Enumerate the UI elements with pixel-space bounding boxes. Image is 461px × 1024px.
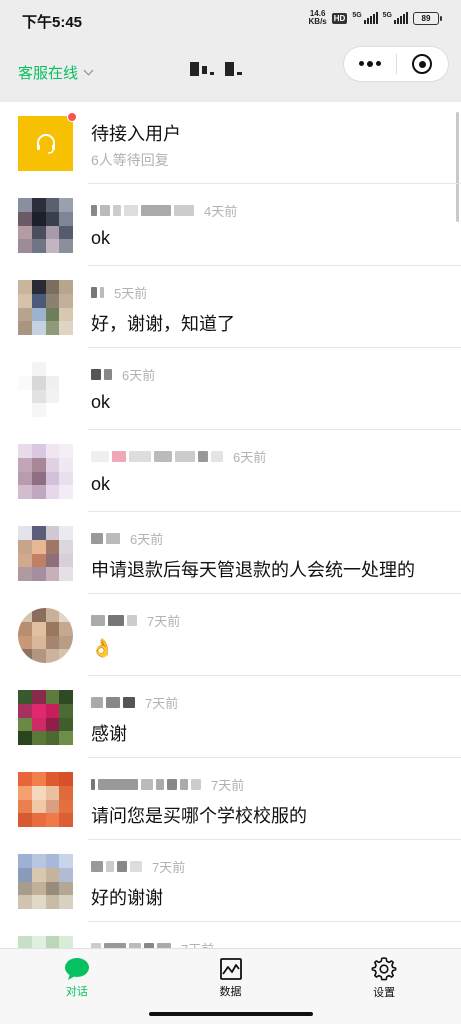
more-button[interactable]: [344, 47, 396, 81]
page-title-redacted: [190, 62, 242, 76]
name-line: 7天前: [91, 857, 185, 875]
home-indicator-area: [0, 1004, 461, 1024]
service-status-label: 客服在线: [18, 65, 79, 82]
tab-settings[interactable]: 设置: [307, 949, 461, 1004]
conversation-row[interactable]: 7天前 👌: [0, 594, 461, 676]
hd-badge: HD: [331, 12, 348, 24]
unread-dot: [67, 112, 77, 122]
contact-name-redacted: [91, 696, 135, 708]
message-time: 7天前: [181, 939, 214, 949]
more-dots-icon: [358, 61, 381, 67]
last-message: ok: [91, 228, 111, 248]
avatar: [18, 526, 73, 581]
message-time: 4天前: [204, 203, 238, 219]
signal-icon: 5G: [352, 12, 378, 24]
conversation-row[interactable]: 6天前 ok: [0, 430, 461, 512]
chat-bubble-icon: [64, 957, 89, 980]
battery-icon: 89: [413, 11, 442, 25]
contact-name-redacted: [91, 286, 104, 298]
last-message: 👌: [91, 638, 114, 658]
conversation-row[interactable]: 6天前 申请退款后每天管退款的人会统一处理的: [0, 512, 461, 594]
message-time: 6天前: [130, 531, 164, 547]
last-message: 请问您是买哪个学校校服的: [91, 806, 307, 826]
tab-data-label: 数据: [219, 985, 242, 998]
message-time: 5天前: [114, 285, 148, 301]
conversation-row[interactable]: 7天前 感谢: [0, 676, 461, 758]
network-speed: 14.6 KB/s: [308, 9, 327, 26]
home-indicator[interactable]: [149, 1012, 313, 1016]
contact-name-redacted: [91, 450, 223, 462]
conversation-list[interactable]: 待接入用户 6人等待回复 4天前 ok 5天前 好，谢谢，知道了 6天前 ok …: [0, 102, 461, 948]
name-line: 4天前: [91, 201, 237, 219]
conversation-row[interactable]: 7天前: [0, 922, 461, 948]
name-line: 5天前: [91, 283, 147, 301]
status-bar: 下午5:45 14.6 KB/s HD 5G 5G 89: [0, 0, 461, 40]
contact-name-redacted: [91, 778, 201, 790]
pending-users-row[interactable]: 待接入用户 6人等待回复: [0, 102, 461, 184]
name-line: 6天前: [91, 365, 155, 383]
gear-icon: [371, 956, 397, 980]
pending-subtitle: 6人等待回复: [91, 152, 169, 168]
pending-avatar: [18, 116, 73, 171]
conversation-row[interactable]: 7天前 请问您是买哪个学校校服的: [0, 758, 461, 840]
message-time: 7天前: [152, 859, 186, 875]
tab-settings-label: 设置: [373, 986, 396, 999]
conversation-row[interactable]: 7天前 好的谢谢: [0, 840, 461, 922]
tab-data[interactable]: 数据: [154, 949, 308, 1004]
last-message: ok: [91, 474, 111, 494]
tab-chat[interactable]: 对话: [0, 949, 154, 1004]
target-close-icon: [412, 54, 433, 74]
message-time: 7天前: [145, 695, 179, 711]
name-line: 7天前: [91, 693, 178, 711]
contact-name-redacted: [91, 204, 194, 216]
mini-program-capsule: [343, 46, 449, 82]
service-status-dropdown[interactable]: 客服在线: [18, 62, 94, 83]
message-time: 6天前: [122, 367, 156, 383]
avatar: [18, 444, 73, 499]
nav-bar: 客服在线: [0, 40, 461, 102]
name-line: 7天前: [91, 939, 214, 948]
conversation-row[interactable]: 4天前 ok: [0, 184, 461, 266]
conversation-row[interactable]: 6天前 ok: [0, 348, 461, 430]
avatar: [18, 936, 73, 948]
avatar: [18, 772, 73, 827]
contact-name-redacted: [91, 368, 112, 380]
last-message: 好的谢谢: [91, 888, 163, 908]
avatar: [18, 362, 73, 417]
headset-icon: [36, 133, 55, 154]
contact-name-redacted: [91, 614, 137, 626]
message-time: 6天前: [233, 449, 267, 465]
avatar: [18, 280, 73, 335]
avatar: [18, 690, 73, 745]
chevron-down-icon: [83, 65, 94, 76]
avatar: [18, 854, 73, 909]
contact-name-redacted: [91, 532, 120, 544]
status-indicators: 14.6 KB/s HD 5G 5G 89: [308, 9, 442, 26]
last-message: 好，谢谢，知道了: [91, 314, 235, 334]
message-time: 7天前: [211, 777, 245, 793]
message-time: 7天前: [147, 613, 181, 629]
last-message: 感谢: [91, 724, 127, 744]
close-button[interactable]: [396, 47, 448, 81]
status-time: 下午5:45: [22, 14, 83, 31]
last-message: 申请退款后每天管退款的人会统一处理的: [91, 560, 415, 580]
contact-name-redacted: [91, 860, 142, 872]
signal-icon-2: 5G: [383, 12, 408, 24]
chart-icon: [219, 957, 242, 980]
name-line: 7天前: [91, 775, 244, 793]
name-line: 7天前: [91, 611, 180, 629]
tab-bar: 对话 数据 设置: [0, 948, 461, 1004]
name-line: 6天前: [91, 447, 266, 465]
tab-chat-label: 对话: [65, 985, 88, 998]
last-message: ok: [91, 392, 111, 412]
avatar: [18, 198, 73, 253]
pending-title: 待接入用户: [91, 124, 181, 144]
name-line: 6天前: [91, 529, 163, 547]
conversation-row[interactable]: 5天前 好，谢谢，知道了: [0, 266, 461, 348]
avatar: [18, 608, 73, 663]
